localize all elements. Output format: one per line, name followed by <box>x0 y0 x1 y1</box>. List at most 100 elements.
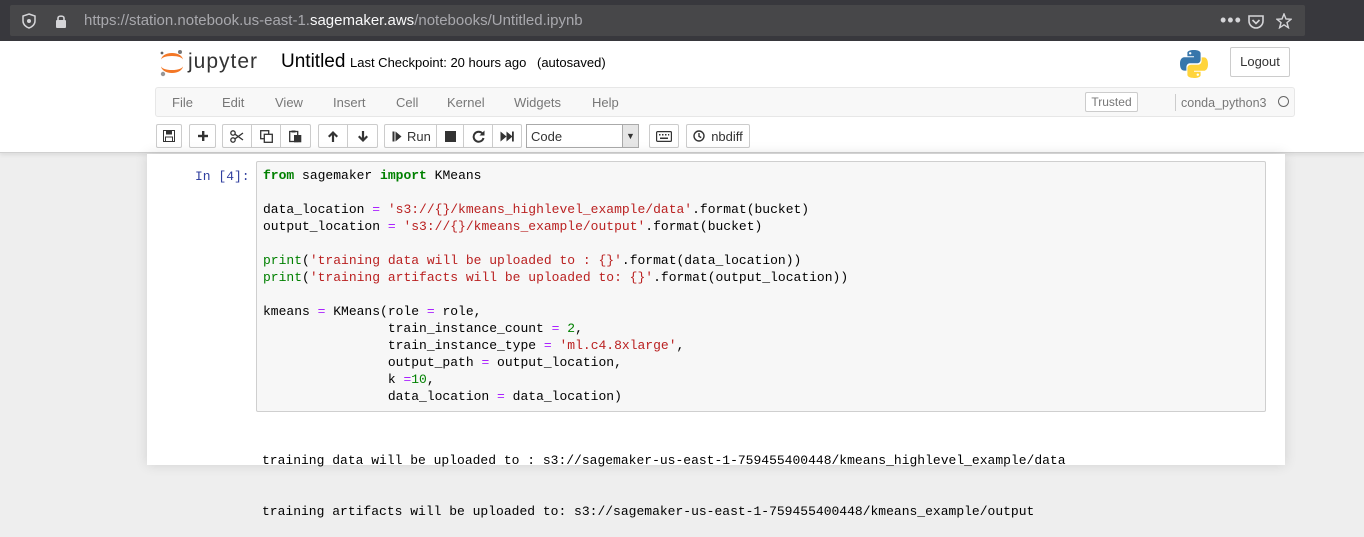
code-token: = <box>426 304 435 319</box>
code-token: 's3://{}/kmeans_example/output' <box>403 219 646 234</box>
interrupt-button[interactable] <box>436 124 464 148</box>
paste-icon <box>289 130 302 142</box>
code-token: train_instance_type <box>263 338 544 353</box>
scissors-icon <box>230 129 244 143</box>
run-button[interactable]: Run <box>384 124 437 148</box>
shield-icon[interactable] <box>22 5 36 36</box>
command-palette-button[interactable] <box>649 124 679 148</box>
code-token: .format(output_location)) <box>653 270 849 285</box>
lock-icon[interactable] <box>55 5 67 36</box>
copy-button[interactable] <box>251 124 281 148</box>
keyboard-icon <box>656 130 672 142</box>
insert-cell-button[interactable] <box>189 124 216 148</box>
chevron-down-icon: ▼ <box>622 125 638 147</box>
code-token: , <box>426 372 435 387</box>
code-token: KMeans(role <box>325 304 427 319</box>
code-token: output_location, <box>489 355 622 370</box>
cell-type-value: Code <box>531 129 563 144</box>
nbdiff-button[interactable]: nbdiff <box>686 124 750 148</box>
cell-output: training data will be uploaded to : s3:/… <box>262 418 1066 537</box>
fast-forward-icon <box>500 131 514 141</box>
code-token: = <box>543 338 552 353</box>
more-icon[interactable]: ••• <box>1220 5 1242 36</box>
code-token: = <box>497 389 505 404</box>
move-down-button[interactable] <box>347 124 378 148</box>
code-token: KMeans <box>426 168 482 183</box>
autosave-status: (autosaved) <box>537 55 606 70</box>
address-bar[interactable]: https://station.notebook.us-east-1.sagem… <box>10 5 1305 36</box>
menu-edit[interactable]: Edit <box>222 88 244 117</box>
menu-file[interactable]: File <box>172 88 193 117</box>
code-token: .format(bucket) <box>645 219 763 234</box>
code-token: 'training artifacts will be uploaded to:… <box>309 270 654 285</box>
output-line: training artifacts will be uploaded to: … <box>262 504 1035 519</box>
url-text[interactable]: https://station.notebook.us-east-1.sagem… <box>84 5 583 36</box>
code-token: .format(bucket) <box>692 202 810 217</box>
code-line: train_instance_count = 2, <box>263 320 848 337</box>
logout-button[interactable]: Logout <box>1230 47 1290 77</box>
code-token: = <box>387 219 396 234</box>
python-logo-icon <box>1180 50 1208 78</box>
code-token: data_location) <box>504 389 622 404</box>
code-token: = <box>372 202 381 217</box>
jupyter-logo-icon[interactable] <box>158 48 186 78</box>
pocket-icon[interactable] <box>1248 5 1264 36</box>
menu-widgets[interactable]: Widgets <box>514 88 561 117</box>
step-forward-icon <box>392 131 402 141</box>
code-token: print <box>263 253 303 268</box>
code-token: 10 <box>411 372 427 387</box>
checkpoint-status: Last Checkpoint: 20 hours ago <box>350 55 527 70</box>
trusted-indicator[interactable]: Trusted <box>1085 92 1138 112</box>
jupyter-logo-text[interactable]: jupyter <box>188 50 258 74</box>
restart-button[interactable] <box>463 124 493 148</box>
menu-insert[interactable]: Insert <box>333 88 366 117</box>
url-prefix: https://station.notebook.us-east-1. <box>84 12 310 29</box>
code-line: print('training data will be uploaded to… <box>263 252 848 269</box>
arrow-down-icon <box>357 130 368 142</box>
code-token: 's3://{}/kmeans_highlevel_example/data' <box>387 202 693 217</box>
code-token: .format(data_location)) <box>621 253 802 268</box>
kernel-divider <box>1175 94 1176 111</box>
code-token: data_location <box>263 202 373 217</box>
menu-view[interactable]: View <box>275 88 303 117</box>
output-line: training data will be uploaded to : s3:/… <box>262 453 1066 468</box>
stop-icon <box>444 130 456 142</box>
run-all-button[interactable] <box>492 124 522 148</box>
code-token: , <box>575 321 583 336</box>
code-token: data_location <box>263 389 498 404</box>
kernel-name[interactable]: conda_python3 <box>1181 95 1267 111</box>
move-up-button[interactable] <box>318 124 348 148</box>
url-path: /notebooks/Untitled.ipynb <box>414 12 583 29</box>
cut-button[interactable] <box>222 124 252 148</box>
copy-icon <box>259 129 273 143</box>
menu-cell[interactable]: Cell <box>396 88 418 117</box>
menu-help[interactable]: Help <box>592 88 619 117</box>
code-line: data_location = data_location) <box>263 388 848 405</box>
menu-kernel[interactable]: Kernel <box>447 88 485 117</box>
browser-toolbar: https://station.notebook.us-east-1.sagem… <box>0 0 1364 41</box>
code-token: from <box>263 168 295 183</box>
code-editor[interactable]: from sagemaker import KMeans data_locati… <box>263 167 848 405</box>
code-token: print <box>263 270 303 285</box>
run-label: Run <box>407 128 431 144</box>
code-line: kmeans = KMeans(role = role, <box>263 303 848 320</box>
nbdiff-label: nbdiff <box>711 128 743 144</box>
code-token: import <box>380 168 427 183</box>
code-line: print('training artifacts will be upload… <box>263 269 848 286</box>
paste-button[interactable] <box>280 124 311 148</box>
code-line: from sagemaker import KMeans <box>263 167 848 184</box>
code-token: 'training data will be uploaded to : {}' <box>309 253 622 268</box>
star-icon[interactable] <box>1275 5 1293 36</box>
code-line: train_instance_type = 'ml.c4.8xlarge', <box>263 337 848 354</box>
code-token: sagemaker <box>294 168 381 183</box>
code-line: output_location = 's3://{}/kmeans_exampl… <box>263 218 848 235</box>
cell-type-select[interactable]: Code ▼ <box>526 124 639 148</box>
code-token: 2 <box>567 321 576 336</box>
notebook-title[interactable]: Untitled <box>281 51 345 73</box>
save-button[interactable] <box>156 124 182 148</box>
url-domain: sagemaker.aws <box>309 12 415 29</box>
code-token: , <box>676 338 685 353</box>
code-token: ( <box>302 270 310 285</box>
